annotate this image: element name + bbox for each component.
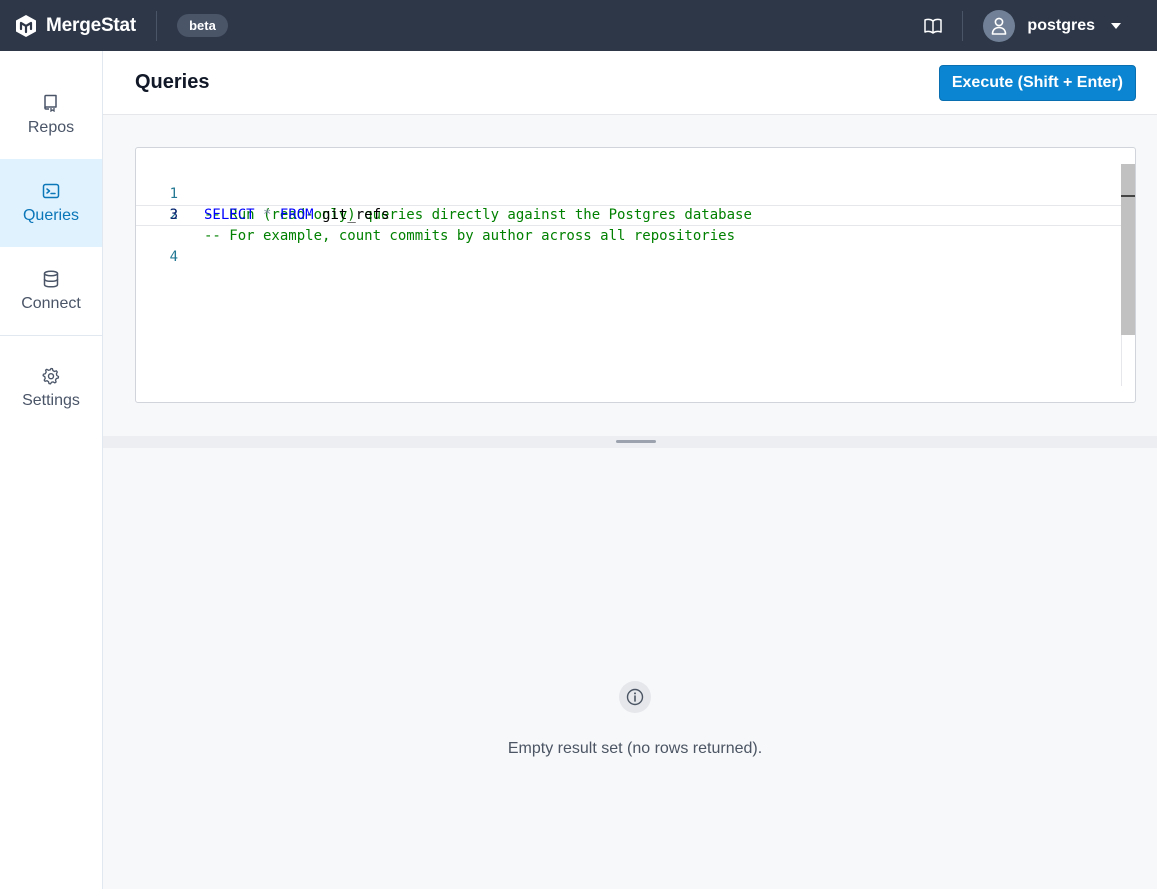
code-line: 2 -- For example, count commits by autho… xyxy=(136,184,1121,244)
code-line-current: 3 SELECT * FROM git_refs xyxy=(136,205,1121,226)
panel-resizer[interactable] xyxy=(103,436,1157,448)
execute-button[interactable]: Execute (Shift + Enter) xyxy=(938,65,1136,101)
topbar-right: postgres xyxy=(918,0,1157,51)
code-line: 4 xyxy=(136,226,1121,265)
repo-icon xyxy=(44,94,57,112)
caret-down-icon xyxy=(1111,22,1121,29)
line-number: 3 xyxy=(169,207,178,223)
code-statement: SELECT * FROM git_refs xyxy=(204,205,389,226)
sidebar: Repos Queries Connect Settings xyxy=(0,51,103,889)
avatar xyxy=(983,9,1016,42)
empty-result-message: Empty result set (no rows returned). xyxy=(507,740,763,757)
brand-divider xyxy=(156,10,158,41)
sidebar-item-connect[interactable]: Connect xyxy=(0,247,102,335)
top-bar: MergeStat beta postgres xyxy=(0,0,1157,51)
line-number: 4 xyxy=(169,249,178,265)
results-panel: Empty result set (no rows returned). xyxy=(103,448,1157,889)
user-name: postgres xyxy=(1027,16,1095,34)
sql-identifier: git_refs xyxy=(322,207,390,223)
sidebar-item-label: Connect xyxy=(21,294,81,312)
brand-name: MergeStat xyxy=(46,14,137,36)
user-menu[interactable]: postgres xyxy=(983,9,1121,42)
sql-keyword: FROM xyxy=(279,207,314,223)
sidebar-divider xyxy=(0,335,102,336)
info-icon xyxy=(626,688,644,706)
sql-keyword: SELECT xyxy=(204,207,255,223)
sql-editor[interactable]: 1 -- Run (read-only) queries directly ag… xyxy=(135,147,1136,403)
page-title: Queries xyxy=(135,71,210,93)
mergestat-logo-icon xyxy=(16,14,36,37)
sidebar-item-queries[interactable]: Queries xyxy=(0,159,102,247)
book-icon xyxy=(924,18,943,34)
editor-scrollbar[interactable] xyxy=(1121,164,1135,386)
terminal-icon xyxy=(42,183,60,198)
code-line: 1 -- Run (read-only) queries directly ag… xyxy=(136,163,1121,223)
page-header: Queries Execute (Shift + Enter) xyxy=(103,51,1157,115)
main-content: Queries Execute (Shift + Enter) 1 -- Run… xyxy=(103,51,1157,889)
resize-handle[interactable] xyxy=(616,440,656,443)
sql-operator: * xyxy=(263,207,272,223)
sidebar-item-label: Settings xyxy=(22,391,80,409)
editor-panel: 1 -- Run (read-only) queries directly ag… xyxy=(103,115,1157,436)
empty-state-icon-wrap xyxy=(619,681,651,713)
sidebar-item-label: Repos xyxy=(27,118,75,136)
editor-scrollbar-thumb[interactable] xyxy=(1121,164,1135,335)
topbar-divider xyxy=(962,10,964,41)
database-icon xyxy=(43,269,59,288)
editor-overview-ruler xyxy=(1121,195,1135,197)
sidebar-item-label: Queries xyxy=(22,206,80,224)
sidebar-item-settings[interactable]: Settings xyxy=(0,344,102,432)
brand[interactable]: MergeStat xyxy=(14,0,136,51)
user-icon xyxy=(992,17,1007,35)
gear-icon xyxy=(42,367,60,385)
beta-badge: beta xyxy=(177,14,228,37)
docs-button[interactable] xyxy=(918,11,948,41)
sidebar-item-repos[interactable]: Repos xyxy=(0,71,102,159)
